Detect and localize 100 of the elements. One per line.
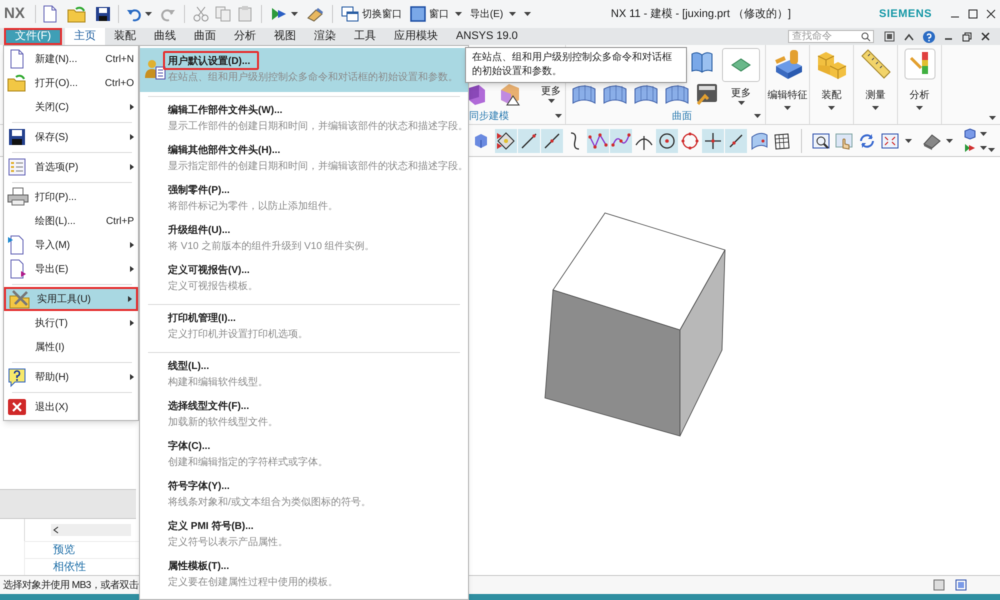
- ribbon-tab[interactable]: ANSYS 19.0: [447, 28, 527, 45]
- toolbar-button[interactable]: [702, 128, 724, 152]
- submenu-arrow-icon: [130, 134, 134, 140]
- menu-item[interactable]: 强制零件(P)... 将部件标记为零件，以防止添加组件。: [140, 180, 468, 220]
- menu-item[interactable]: 执行(T): [4, 311, 138, 335]
- analysis-icon[interactable]: [904, 48, 936, 80]
- caret-icon[interactable]: [980, 132, 987, 136]
- chevron-left-icon[interactable]: [53, 526, 59, 534]
- ribbon-tab[interactable]: 工具: [345, 28, 386, 45]
- menu-item[interactable]: 帮助(H): [4, 365, 138, 389]
- close-icon[interactable]: [986, 9, 996, 19]
- menu-item[interactable]: 定义可视报告(V)... 定义可视报告模板。: [140, 260, 468, 300]
- caret-icon[interactable]: [905, 138, 912, 142]
- menu-item[interactable]: 导出(E): [4, 257, 138, 281]
- ribbon-tab[interactable]: 曲线: [145, 28, 186, 45]
- ribbon-tab[interactable]: 视图: [265, 28, 306, 45]
- panel-link[interactable]: 相依性: [53, 558, 86, 576]
- caret-icon[interactable]: [989, 116, 996, 120]
- collapse-icon[interactable]: [904, 32, 914, 40]
- ribbon-button[interactable]: 测量: [854, 45, 898, 124]
- surface-icon[interactable]: [633, 82, 659, 104]
- toolbar-button[interactable]: [587, 128, 609, 152]
- new-file-icon[interactable]: [42, 5, 58, 23]
- menu-item[interactable]: 编辑其他部件文件头(H)... 显示指定部件的创建日期和时间，并编辑该部件的状态和描述字段。: [140, 140, 468, 180]
- face-icon[interactable]: [499, 82, 523, 106]
- quick-access-button[interactable]: 窗口: [410, 6, 462, 22]
- menu-item[interactable]: 首选项(P): [4, 155, 138, 179]
- menu-item[interactable]: 退出(X): [4, 395, 138, 419]
- caret-icon[interactable]: [555, 114, 562, 118]
- menu-item[interactable]: 保存(S): [4, 125, 138, 149]
- ribbon-tab[interactable]: 分析: [225, 28, 266, 45]
- ruler-icon[interactable]: [860, 48, 892, 80]
- ribbon-button[interactable]: 编辑特征: [766, 45, 810, 124]
- caret-icon[interactable]: [754, 114, 761, 118]
- menu-item[interactable]: 打印机管理(I)... 定义打印机并设置打印机选项。: [140, 308, 468, 348]
- surface-icon[interactable]: [571, 82, 597, 104]
- menu-item[interactable]: 线型(L)... 构建和编辑软件线型。: [140, 356, 468, 396]
- scissors-icon[interactable]: [192, 6, 209, 22]
- restore-icon[interactable]: [962, 32, 972, 42]
- ribbon-tab[interactable]: 渲染: [305, 28, 346, 45]
- toolbar-button[interactable]: [656, 128, 678, 152]
- more-button[interactable]: 更多: [541, 84, 561, 103]
- ribbon-tab[interactable]: 主页: [65, 28, 106, 45]
- menu-item[interactable]: 关闭(C): [4, 95, 138, 119]
- menu-item[interactable]: 定义 PMI 符号(B)... 定义符号以表示产品属性。: [140, 516, 468, 556]
- menu-item[interactable]: 实用工具(U): [4, 287, 138, 311]
- folder-icon[interactable]: [66, 5, 87, 23]
- ribbon-tab[interactable]: 装配: [105, 28, 146, 45]
- play-icon[interactable]: [270, 6, 288, 22]
- menu-item[interactable]: 打开(O)... Ctrl+O: [4, 71, 138, 95]
- surface-icon[interactable]: [602, 82, 628, 104]
- frame-icon[interactable]: [955, 579, 967, 591]
- quick-access-button[interactable]: 导出(E): [470, 6, 516, 22]
- quick-access-button[interactable]: 切换窗口: [340, 6, 402, 22]
- settings-icon[interactable]: [695, 82, 719, 106]
- menu-item[interactable]: 属性模板(T)... 定义要在创建属性过程中使用的模板。: [140, 556, 468, 596]
- caret-icon[interactable]: [290, 12, 298, 16]
- menu-item[interactable]: 字体(C)... 创建和编辑指定的字符样式或字体。: [140, 436, 468, 476]
- view-cube-icon[interactable]: [964, 128, 976, 140]
- ribbon-tab[interactable]: 曲面: [185, 28, 226, 45]
- menu-item[interactable]: 符号字体(Y)... 将线条对象和/或文本组合为类似图标的符号。: [140, 476, 468, 516]
- panel-link[interactable]: 预览: [53, 542, 75, 558]
- search-icon[interactable]: [861, 32, 871, 42]
- menu-item[interactable]: 导入(M): [4, 233, 138, 257]
- book-icon[interactable]: [691, 51, 713, 73]
- view-style-icon[interactable]: [922, 132, 942, 150]
- toolbar-button[interactable]: [725, 128, 747, 152]
- toolbar-button[interactable]: [610, 128, 632, 152]
- toolbar-button[interactable]: [518, 128, 540, 152]
- submenu-arrow-icon: [128, 296, 132, 302]
- menu-item[interactable]: 选择线型文件(F)... 加载新的软件线型文件。: [140, 396, 468, 436]
- search-field[interactable]: 查找命令: [788, 30, 874, 43]
- menu-item[interactable]: 升级组件(U)... 将 V10 之前版本的组件升级到 V10 组件实例。: [140, 220, 468, 260]
- menu-item[interactable]: 新建(N)... Ctrl+N: [4, 47, 138, 71]
- ribbon-button[interactable]: 装配: [810, 45, 854, 124]
- close-icon[interactable]: [981, 32, 990, 41]
- menu-item[interactable]: 编辑工作部件文件头(W)... 显示工作部件的创建日期和时间，并编辑该部件的状态和描述字段。: [140, 100, 468, 140]
- toolbar-button[interactable]: [541, 128, 563, 152]
- ribbon-button[interactable]: 分析: [898, 45, 942, 124]
- menu-item[interactable]: 属性(I): [4, 335, 138, 359]
- surface-icon[interactable]: [664, 82, 690, 104]
- caret-icon[interactable]: [946, 138, 953, 142]
- submenu-arrow-icon: [130, 104, 134, 110]
- display-icon[interactable]: [964, 142, 976, 154]
- more-button[interactable]: 更多: [719, 45, 763, 108]
- menu-item[interactable]: 打印(P)...: [4, 185, 138, 209]
- menu-item[interactable]: 用户默认设置(D)... 在站点、组和用户级别控制众多命令和对话框的初始设置和参数。: [140, 48, 468, 92]
- caret-icon[interactable]: [144, 12, 152, 16]
- layout-icon[interactable]: [933, 579, 945, 591]
- panel-icon[interactable]: [884, 31, 895, 42]
- ribbon-tab[interactable]: 应用模块: [385, 28, 448, 45]
- block-icon[interactable]: [469, 84, 485, 106]
- help-icon[interactable]: [923, 30, 935, 42]
- caret-icon: [548, 99, 554, 103]
- toolbar-button[interactable]: [495, 128, 517, 152]
- scroll-bar[interactable]: [51, 524, 131, 536]
- save-icon[interactable]: [94, 6, 111, 22]
- maximize-icon[interactable]: [968, 9, 978, 19]
- eraser-icon[interactable]: [306, 6, 324, 22]
- menu-item[interactable]: 绘图(L)... Ctrl+P: [4, 209, 138, 233]
